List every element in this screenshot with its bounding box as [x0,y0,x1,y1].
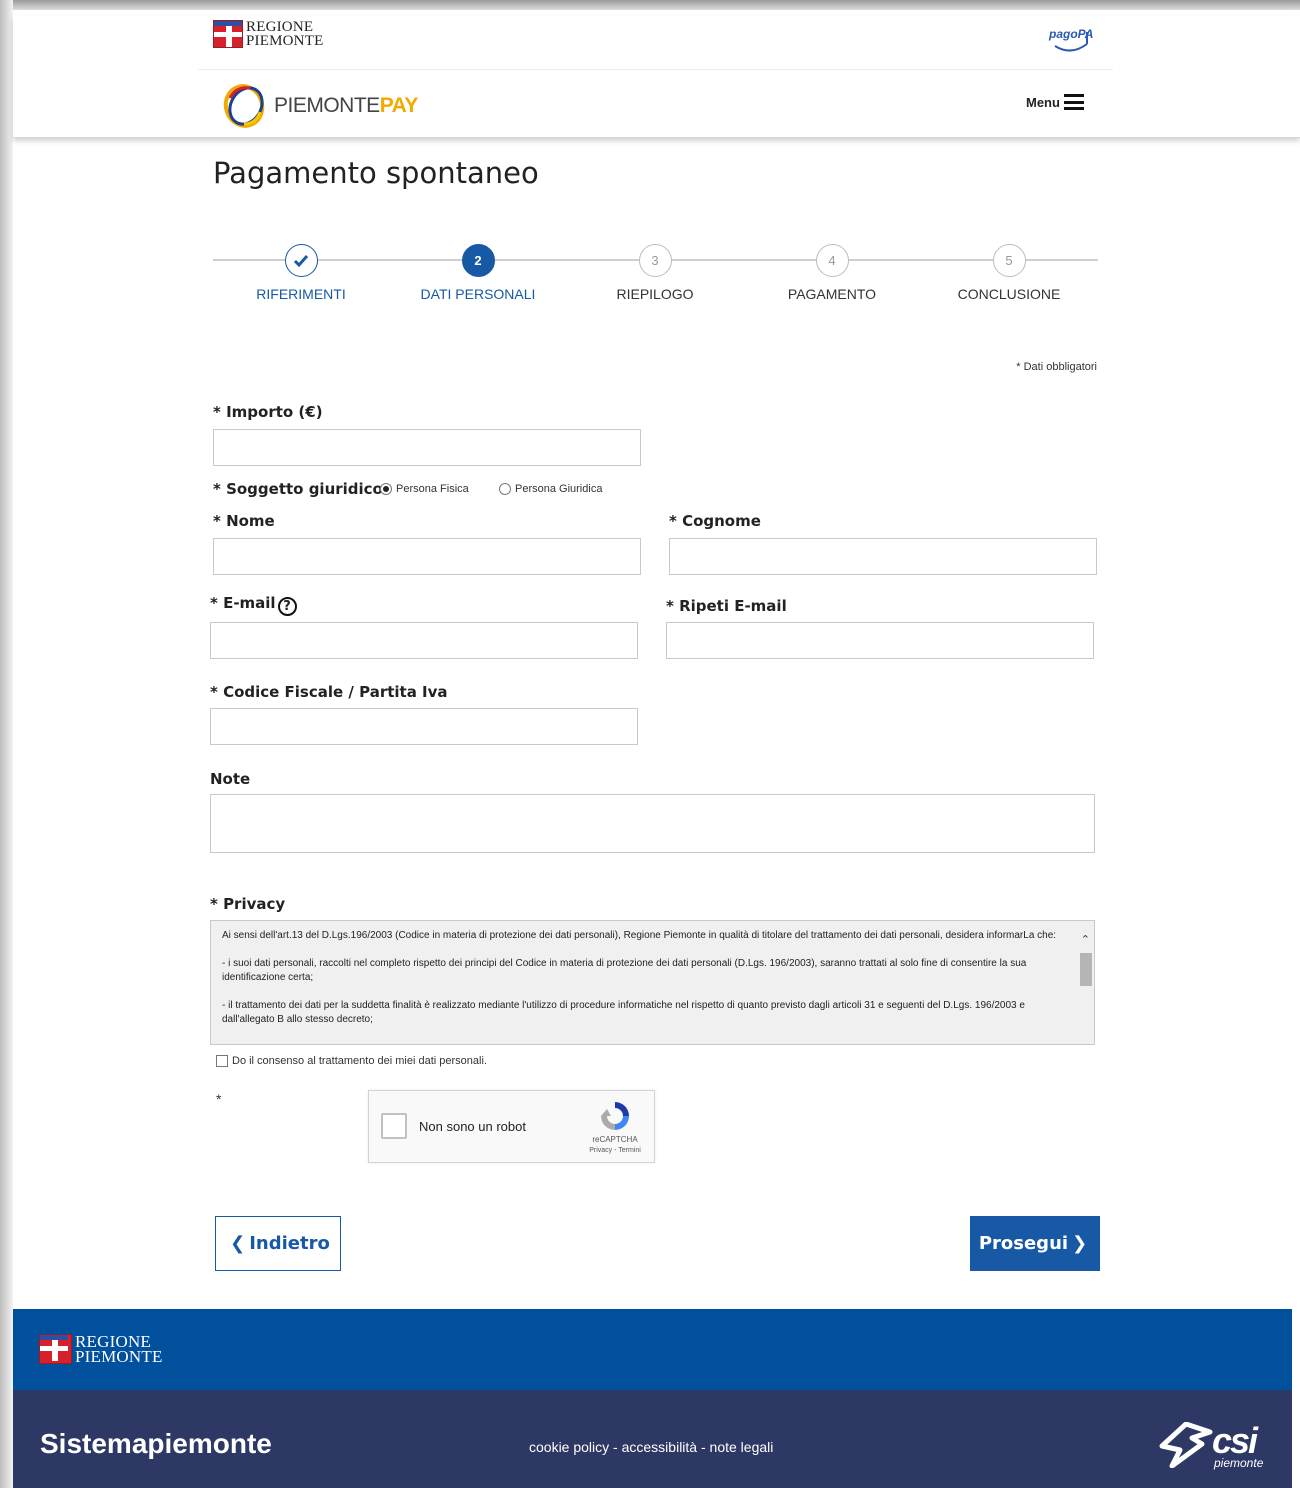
csi-subtext: piemonte [1214,1456,1264,1470]
ripeti-email-input[interactable] [666,622,1094,659]
pagopa-text: pagoPA [1049,27,1094,41]
privacy-paragraph: - il trattamento dei dati per la suddett… [222,1000,1025,1025]
scrollbar-thumb[interactable] [1080,953,1092,986]
codice-fiscale-input[interactable] [210,708,638,745]
privacy-label: * Privacy [210,895,286,913]
step-riferimenti[interactable]: RIFERIMENTI [221,244,381,302]
privacy-textbox[interactable]: Ai sensi dell'art.13 del D.Lgs.196/2003 … [210,920,1095,1045]
regione-line2: PIEMONTE [75,1347,163,1366]
window-top-shadow [0,0,1300,10]
email-label: * E-mail [210,594,276,612]
step-label: DATI PERSONALI [420,286,536,302]
radio-label: Persona Fisica [396,483,469,495]
back-button[interactable]: ❮ Indietro [215,1216,341,1271]
csi-text: csi [1212,1420,1258,1461]
radio-selected-icon [380,483,392,495]
cookie-policy-link[interactable]: cookie policy [529,1439,609,1455]
cognome-label: * Cognome [669,512,761,530]
codice-fiscale-label: * Codice Fiscale / Partita Iva [210,683,448,701]
recaptcha-links[interactable]: Privacy - Termini [583,1147,647,1154]
required-fields-note: * Dati obbligatori [1016,361,1097,373]
page-title: Pagamento spontaneo [213,156,539,190]
regione-line1: REGIONE [246,19,314,35]
recaptcha-icon [601,1102,629,1130]
site-header: REGIONE PIEMONTE pagoPA PIEMONTEPAY Menu [13,16,1300,138]
header-divider [198,69,1113,70]
captcha-required-mark: * [216,1091,222,1107]
help-icon[interactable]: ? [277,597,297,616]
privacy-text: Ai sensi dell'art.13 del D.Lgs.196/2003 … [222,929,1062,1041]
email-input[interactable] [210,622,638,659]
ripeti-email-label: * Ripeti E-mail [666,597,787,615]
piemontepay-ring-icon [223,84,265,128]
privacy-paragraph: Ai sensi dell'art.13 del D.Lgs.196/2003 … [222,930,1057,941]
menu-button[interactable]: Menu [1026,94,1084,110]
recaptcha-brand: reCAPTCHA [592,1135,638,1144]
pagopa-logo[interactable]: pagoPA [1049,24,1093,52]
brand-main: PIEMONTE [274,94,380,117]
radio-unselected-icon [499,483,511,495]
accessibility-link[interactable]: accessibilità [622,1439,697,1455]
radio-persona-fisica[interactable]: Persona Fisica [380,483,469,495]
checkmark-icon [284,244,318,277]
hamburger-icon [1063,94,1084,110]
email-label-row: * E-mail? [210,594,297,616]
step-label: RIFERIMENTI [256,286,346,302]
link-separator: - [609,1439,622,1455]
brand-accent: PAY [379,94,419,117]
consent-label: Do il consenso al trattamento dei miei d… [232,1055,487,1067]
page: REGIONE PIEMONTE pagoPA PIEMONTEPAY Menu [13,16,1300,1488]
next-button[interactable]: Prosegui ❯ [970,1216,1100,1271]
piemonte-flag-icon [213,20,243,48]
csi-swirl-icon [1159,1422,1213,1468]
step-riepilogo[interactable]: 3 RIEPILOGO [575,244,735,302]
csi-piemonte-logo[interactable]: csi piemonte [1158,1422,1270,1474]
chevron-left-icon: ❮ [230,1233,246,1254]
step-label: CONCLUSIONE [957,286,1061,302]
radio-persona-giuridica[interactable]: Persona Giuridica [499,483,602,495]
step-label: RIEPILOGO [616,286,694,302]
window-left-shadow [0,0,13,1488]
chevron-right-icon: ❯ [1072,1233,1088,1254]
recaptcha-label: Non sono un robot [419,1119,526,1134]
sistemapiemonte-title: Sistemapiemonte [40,1428,272,1459]
regione-piemonte-logo[interactable]: REGIONE PIEMONTE [213,19,324,49]
regione-line2: PIEMONTE [246,33,324,49]
legal-notes-link[interactable]: note legali [710,1439,774,1455]
footer-top: REGIONE PIEMONTE [13,1309,1292,1390]
cognome-input[interactable] [669,538,1097,575]
step-number: 2 [461,244,495,277]
scroll-up-icon[interactable]: ⌃ [1081,933,1090,946]
step-number: 5 [992,244,1026,277]
importo-label: * Importo (€) [213,403,323,421]
nome-label: * Nome [213,512,275,530]
step-number: 3 [638,244,672,277]
importo-input[interactable] [213,429,641,466]
link-separator: - [697,1439,710,1455]
note-textarea[interactable] [210,794,1095,853]
recaptcha-checkbox[interactable] [381,1113,407,1139]
radio-label: Persona Giuridica [515,483,603,495]
step-dati-personali[interactable]: 2 DATI PERSONALI [398,244,558,302]
step-number: 4 [815,244,849,277]
consent-checkbox[interactable]: Do il consenso al trattamento dei miei d… [216,1055,487,1067]
privacy-paragraph: - i suoi dati personali, raccolti nel co… [222,958,1027,983]
note-label: Note [210,770,251,788]
menu-label: Menu [1026,94,1060,110]
footer-bottom: Sistemapiemonte cookie policy - accessib… [13,1390,1292,1488]
nome-input[interactable] [213,538,641,575]
checkbox-icon [216,1055,228,1067]
step-label: PAGAMENTO [787,286,877,302]
recaptcha-widget: Non sono un robot reCAPTCHA Privacy - Te… [368,1090,655,1163]
soggetto-label: * Soggetto giuridico [213,480,383,498]
step-pagamento[interactable]: 4 PAGAMENTO [752,244,912,302]
piemonte-flag-icon [39,1334,72,1364]
step-conclusione[interactable]: 5 CONCLUSIONE [929,244,1089,302]
footer-regione-logo[interactable]: REGIONE PIEMONTE [39,1333,163,1366]
footer-links: cookie policy - accessibilità - note leg… [529,1439,773,1455]
next-label: Prosegui [978,1233,1069,1254]
back-label: Indietro [249,1233,330,1254]
piemontepay-logo[interactable]: PIEMONTEPAY [222,82,418,130]
